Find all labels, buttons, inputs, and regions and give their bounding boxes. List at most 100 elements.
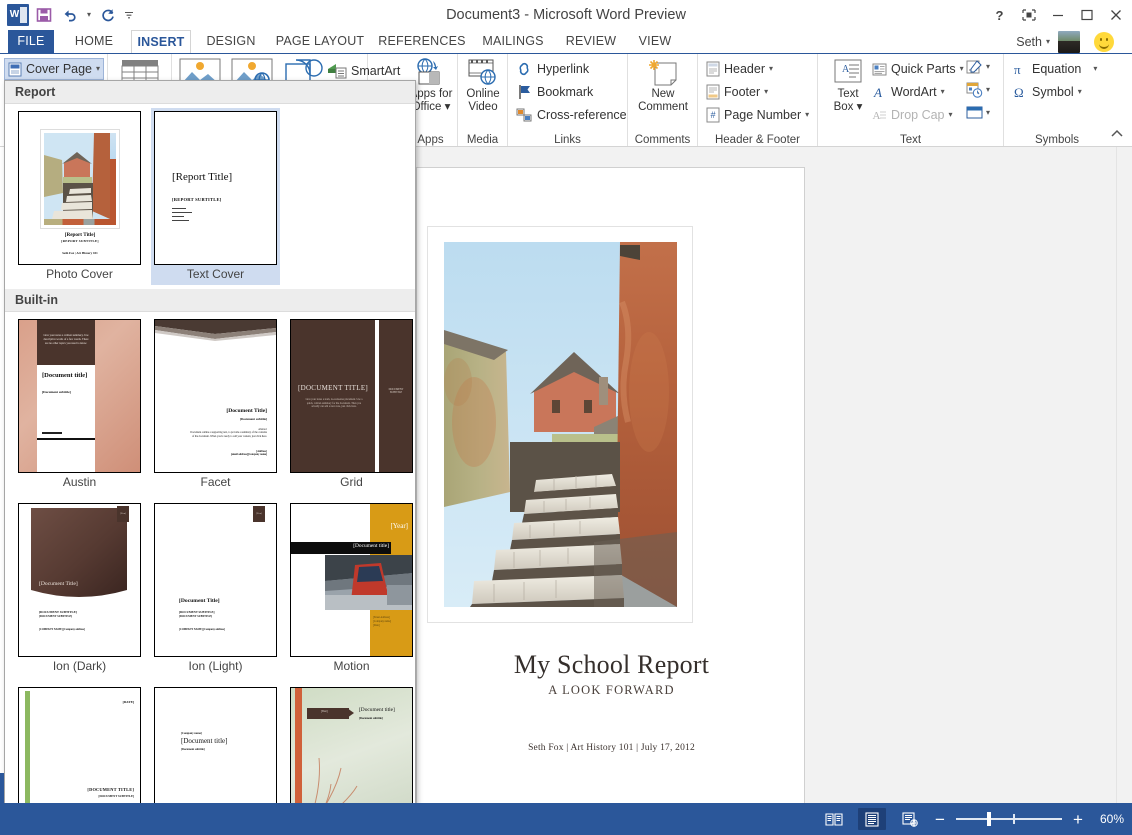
- thumbnail-subtitle: [Document subtitle]: [359, 717, 411, 720]
- hyperlink-label: Hyperlink: [537, 62, 589, 76]
- tab-design[interactable]: DESIGN: [196, 30, 266, 53]
- undo-dropdown-icon[interactable]: ▾: [84, 3, 94, 27]
- document-subtitle[interactable]: A LOOK FORWARD: [417, 683, 806, 698]
- gallery-item-facet[interactable]: [Document Title] [Document subtitle] Abs…: [151, 316, 280, 493]
- maximize-icon[interactable]: [1072, 4, 1101, 26]
- quick-access-toolbar: W ▾: [6, 3, 136, 27]
- tab-review[interactable]: REVIEW: [558, 30, 624, 53]
- account-menu[interactable]: Seth ▾: [1016, 32, 1050, 51]
- document-canvas[interactable]: My School Report A LOOK FORWARD Seth Fox…: [416, 147, 1132, 803]
- equation-icon: π: [1012, 62, 1028, 77]
- zoom-out-button[interactable]: −: [934, 811, 946, 828]
- gallery-section-heading-report: Report: [5, 81, 415, 104]
- document-vertical-scrollbar[interactable]: [1116, 147, 1132, 803]
- gallery-caption-facet: Facet: [154, 473, 277, 491]
- zoom-slider-thumb[interactable]: [987, 812, 991, 826]
- symbol-button[interactable]: Ω Symbol ▾: [1012, 81, 1082, 103]
- avatar[interactable]: [1058, 31, 1080, 53]
- cover-page-button[interactable]: Cover Page ▾: [4, 58, 104, 80]
- zoom-level-label[interactable]: 60%: [1094, 812, 1124, 826]
- redo-icon[interactable]: [96, 3, 120, 27]
- chevron-down-icon: ▾: [960, 65, 964, 73]
- date-and-time-button[interactable]: ▾: [966, 82, 990, 98]
- gallery-item-text-cover[interactable]: [Report Title] [REPORT SUBTITLE] Text Co…: [151, 108, 280, 285]
- svg-text:π: π: [1014, 62, 1021, 77]
- tab-page-layout[interactable]: PAGE LAYOUT: [270, 30, 370, 53]
- chevron-down-icon: ▾: [949, 111, 953, 119]
- gallery-item-ion-dark[interactable]: [Year] [Document Title] [DOCUMENT SUBTIT…: [15, 500, 144, 677]
- window-title: Document3 - Microsoft Word Preview: [0, 0, 1132, 30]
- web-layout-button[interactable]: [896, 808, 924, 830]
- gallery-caption-grid: Grid: [290, 473, 413, 491]
- thumbnail-title: [DOCUMENT TITLE]: [64, 787, 134, 792]
- word-app-icon[interactable]: W: [6, 3, 30, 27]
- document-title[interactable]: My School Report: [417, 650, 806, 680]
- gallery-item-motion[interactable]: [Year] [Document title] [Street Address]…: [287, 500, 416, 677]
- help-question-icon[interactable]: ?: [985, 4, 1014, 26]
- cross-reference-icon: [516, 107, 533, 123]
- gallery-item-austin[interactable]: Give your notes a written summary. Use d…: [15, 316, 144, 493]
- tab-file[interactable]: FILE: [8, 30, 54, 53]
- zoom-slider-midpoint: [1013, 814, 1015, 824]
- tab-home[interactable]: HOME: [62, 30, 126, 53]
- header-button[interactable]: Header ▾: [706, 58, 773, 80]
- thumbnail-facet: [Document Title] [Document subtitle] Abs…: [154, 319, 277, 473]
- equation-button[interactable]: π Equation ▾: [1012, 58, 1097, 80]
- status-bar-right-tools: − + 60%: [820, 803, 1124, 835]
- footer-button[interactable]: Footer ▾: [706, 81, 768, 103]
- chevron-down-icon: ▾: [986, 109, 990, 117]
- thumbnail-title: [Document title]: [321, 543, 389, 549]
- gallery-caption-text-cover: Text Cover: [154, 265, 277, 283]
- title-bar: Document3 - Microsoft Word Preview W ▾ ?: [0, 0, 1132, 30]
- send-a-smile-icon[interactable]: [1094, 32, 1114, 52]
- zoom-in-button[interactable]: +: [1072, 811, 1084, 828]
- cover-photo-frame[interactable]: [428, 227, 692, 622]
- collapse-ribbon-icon[interactable]: [1110, 127, 1124, 145]
- wordart-button[interactable]: A WordArt ▾: [872, 81, 945, 103]
- tab-references[interactable]: REFERENCES: [375, 30, 469, 53]
- gallery-item-ion-light[interactable]: [Year] [Document Title] [DOCUMENT SUBTIT…: [151, 500, 280, 677]
- window-left-edge: [0, 773, 4, 803]
- thumbnail-title: [Report Title]: [39, 232, 121, 238]
- text-box-button[interactable]: A TextBox ▾: [824, 58, 872, 114]
- object-icon: [966, 105, 983, 121]
- thumbnail-subtitle: [Document subtitle]: [42, 390, 92, 394]
- text-box-label: TextBox ▾: [834, 88, 863, 114]
- wordart-icon: A: [872, 85, 887, 100]
- ribbon-display-options-icon[interactable]: [1014, 4, 1043, 26]
- chevron-down-icon: ▾: [941, 88, 945, 96]
- quick-parts-button[interactable]: Quick Parts ▾: [872, 58, 964, 80]
- hyperlink-button[interactable]: Hyperlink: [516, 58, 589, 80]
- customize-quick-access-toolbar-icon[interactable]: [122, 3, 136, 27]
- tab-mailings[interactable]: MAILINGS: [473, 30, 553, 53]
- zoom-slider[interactable]: [956, 812, 1062, 826]
- ribbon-group-label-symbols: Symbols: [1004, 134, 1110, 146]
- online-video-button[interactable]: OnlineVideo: [460, 58, 506, 114]
- undo-icon[interactable]: [58, 3, 82, 27]
- save-icon[interactable]: [32, 3, 56, 27]
- bookmark-button[interactable]: Bookmark: [516, 81, 593, 103]
- smartart-button[interactable]: SmartArt: [327, 60, 400, 82]
- cover-photo[interactable]: [444, 242, 677, 607]
- page-number-label: Page Number: [724, 108, 801, 122]
- page-number-button[interactable]: # Page Number ▾: [706, 104, 809, 126]
- document-page[interactable]: My School Report A LOOK FORWARD Seth Fox…: [416, 167, 805, 803]
- signature-line-button[interactable]: ▾: [966, 59, 990, 75]
- close-icon[interactable]: [1101, 4, 1130, 26]
- chevron-down-icon: ▾: [769, 65, 773, 73]
- print-layout-button[interactable]: [858, 808, 886, 830]
- cross-reference-button[interactable]: Cross-reference: [516, 104, 627, 126]
- object-button[interactable]: ▾: [966, 105, 990, 121]
- ribbon-group-label-comments: Comments: [628, 134, 697, 146]
- gallery-item-photo-cover[interactable]: [Report Title] [REPORT SUBTITLE] Seth Fo…: [15, 108, 144, 285]
- chevron-down-icon: ▾: [96, 65, 100, 73]
- new-comment-button[interactable]: NewComment: [631, 58, 695, 114]
- cover-page-gallery[interactable]: Report: [4, 80, 416, 835]
- gallery-item-grid[interactable]: [DOCUMENT TITLE] DOCUMENT SUBTITLE Give …: [287, 316, 416, 493]
- tab-view[interactable]: VIEW: [629, 30, 681, 53]
- drop-cap-button[interactable]: A Drop Cap ▾: [872, 104, 953, 126]
- tab-insert[interactable]: INSERT: [131, 30, 191, 53]
- read-mode-button[interactable]: [820, 808, 848, 830]
- minimize-icon[interactable]: [1043, 4, 1072, 26]
- document-byline[interactable]: Seth Fox | Art History 101 | July 17, 20…: [417, 743, 806, 753]
